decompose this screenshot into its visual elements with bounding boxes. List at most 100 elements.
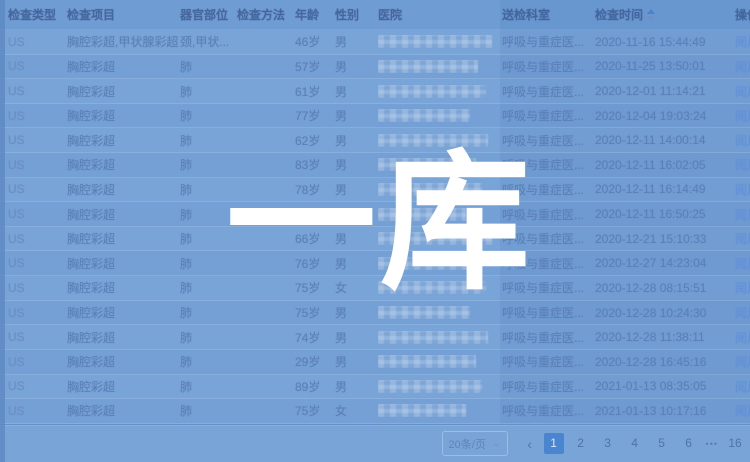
- cell-age: 74岁: [295, 329, 335, 346]
- cell-action: 阅片: [735, 181, 750, 198]
- view-images-link[interactable]: 阅片: [735, 404, 750, 418]
- cell-part: 肺: [180, 132, 237, 149]
- cell-gender: 男: [335, 304, 378, 321]
- hospital-censored-block: [378, 134, 488, 147]
- cell-part: 肺: [180, 58, 237, 75]
- cell-gender: 男: [335, 58, 378, 75]
- page-button-2[interactable]: 2: [571, 433, 591, 454]
- cell-item: 胸腔彩超: [67, 329, 180, 346]
- cell-hospital: [378, 183, 502, 196]
- cell-age: 78岁: [295, 181, 335, 198]
- column-header-label: 性别: [335, 8, 359, 22]
- page-button-1[interactable]: 1: [544, 433, 564, 454]
- column-header-type: 检查类型: [8, 6, 67, 23]
- cell-part: 肺: [180, 353, 237, 370]
- hospital-censored-block: [378, 306, 470, 319]
- column-header-label: 检查项目: [67, 8, 115, 22]
- column-header-item: 检查项目: [67, 6, 180, 23]
- prev-page-button[interactable]: ‹: [523, 436, 537, 452]
- view-images-link[interactable]: 阅片: [735, 85, 750, 99]
- cell-age: 75岁: [295, 279, 335, 296]
- cell-age: 75岁: [295, 304, 335, 321]
- cell-gender: 男: [335, 107, 378, 124]
- cell-time: 2020-12-01 11:14:21: [595, 84, 735, 98]
- table-row: US胸腔彩超肺75岁男呼吸与重症医...2020-12-28 10:24:30阅…: [0, 301, 750, 326]
- column-header-label: 检查方法: [237, 8, 285, 22]
- cell-age: 83岁: [295, 156, 335, 173]
- page-size-select[interactable]: 20条/页 ⌄: [442, 431, 508, 456]
- page-button-last[interactable]: 16: [725, 433, 745, 454]
- cell-part: 肺: [180, 156, 237, 173]
- page-button-5[interactable]: 5: [652, 433, 672, 454]
- view-images-link[interactable]: 阅片: [735, 158, 750, 172]
- cell-gender: 男: [335, 156, 378, 173]
- cell-item: 胸腔彩超: [67, 353, 180, 370]
- hospital-censored-block: [378, 331, 488, 344]
- view-images-link[interactable]: 阅片: [735, 183, 750, 197]
- table-row: US胸腔彩超肺77岁男呼吸与重症医...2020-12-04 19:03:24阅…: [0, 104, 750, 129]
- table-row: US胸腔彩超肺83岁男呼吸与重症医...2020-12-11 16:02:05阅…: [0, 153, 750, 178]
- table-row: US胸腔彩超肺57岁男呼吸与重症医...2020-11-25 13:50:01阅…: [0, 55, 750, 80]
- hospital-censored-block: [378, 109, 470, 122]
- cell-time: 2020-12-28 08:15:51: [595, 281, 735, 295]
- cell-action: 阅片: [735, 378, 750, 395]
- column-header-age: 年龄: [295, 6, 335, 23]
- cell-action: 阅片: [735, 255, 750, 272]
- cell-action: 阅片: [735, 279, 750, 296]
- sort-descending-icon[interactable]: [647, 16, 655, 21]
- column-header-dept: 送检科室: [502, 6, 595, 23]
- column-header-time[interactable]: 检查时间: [595, 6, 735, 23]
- cell-type: US: [8, 158, 67, 172]
- cell-item: 胸腔彩超: [67, 132, 180, 149]
- cell-type: US: [8, 35, 67, 49]
- cell-dept: 呼吸与重症医...: [502, 378, 595, 395]
- cell-hospital: [378, 158, 502, 171]
- view-images-link[interactable]: 阅片: [735, 60, 750, 74]
- cell-item: 胸腔彩超: [67, 279, 180, 296]
- cell-gender: 女: [335, 279, 378, 296]
- table-header-row: 检查类型检查项目器官部位检查方法年龄性别医院送检科室检查时间操作: [0, 0, 750, 30]
- cell-time: 2020-11-25 13:50:01: [595, 59, 735, 73]
- view-images-link[interactable]: 阅片: [735, 257, 750, 271]
- cell-time: 2020-12-11 14:00:14: [595, 133, 735, 147]
- cell-action: 阅片: [735, 230, 750, 247]
- view-images-link[interactable]: 阅片: [735, 232, 750, 246]
- view-images-link[interactable]: 阅片: [735, 355, 750, 369]
- cell-type: US: [8, 232, 67, 246]
- cell-type: US: [8, 281, 67, 295]
- cell-type: US: [8, 404, 67, 418]
- cell-item: 胸腔彩超: [67, 304, 180, 321]
- page-button-4[interactable]: 4: [625, 433, 645, 454]
- view-images-link[interactable]: 阅片: [735, 331, 750, 345]
- view-images-link[interactable]: 阅片: [735, 380, 750, 394]
- cell-age: 89岁: [295, 378, 335, 395]
- cell-hospital: [378, 355, 502, 368]
- cell-time: 2020-12-04 19:03:24: [595, 109, 735, 123]
- pagination-bar: 20条/页 ⌄ ‹ 123456 ••• 16: [0, 424, 750, 462]
- table-row: US胸腔彩超肺75岁女呼吸与重症医...2021-01-13 10:17:16阅…: [0, 399, 750, 424]
- cell-dept: 呼吸与重症医...: [502, 107, 595, 124]
- hospital-censored-block: [378, 281, 486, 294]
- page-button-6[interactable]: 6: [679, 433, 699, 454]
- sort-ascending-icon[interactable]: [647, 9, 655, 14]
- view-images-link[interactable]: 阅片: [735, 35, 750, 49]
- cell-action: 阅片: [735, 58, 750, 75]
- view-images-link[interactable]: 阅片: [735, 109, 750, 123]
- table-row: US胸腔彩超肺62岁男呼吸与重症医...2020-12-11 14:00:14阅…: [0, 128, 750, 153]
- more-pages-ellipsis-icon[interactable]: •••: [706, 439, 718, 449]
- cell-action: 阅片: [735, 402, 750, 419]
- page-button-3[interactable]: 3: [598, 433, 618, 454]
- view-images-link[interactable]: 阅片: [735, 281, 750, 295]
- view-images-link[interactable]: 阅片: [735, 134, 750, 148]
- view-images-link[interactable]: 阅片: [735, 306, 750, 320]
- view-images-link[interactable]: 阅片: [735, 208, 750, 222]
- sort-caret-icon[interactable]: [647, 9, 655, 21]
- cell-gender: 女: [335, 402, 378, 419]
- cell-type: US: [8, 182, 67, 196]
- column-header-gender: 性别: [335, 6, 378, 23]
- cell-time: 2020-12-11 16:50:25: [595, 207, 735, 221]
- cell-type: US: [8, 133, 67, 147]
- cell-dept: 呼吸与重症医...: [502, 206, 595, 223]
- cell-dept: 呼吸与重症医...: [502, 156, 595, 173]
- column-header-action: 操作: [735, 6, 750, 23]
